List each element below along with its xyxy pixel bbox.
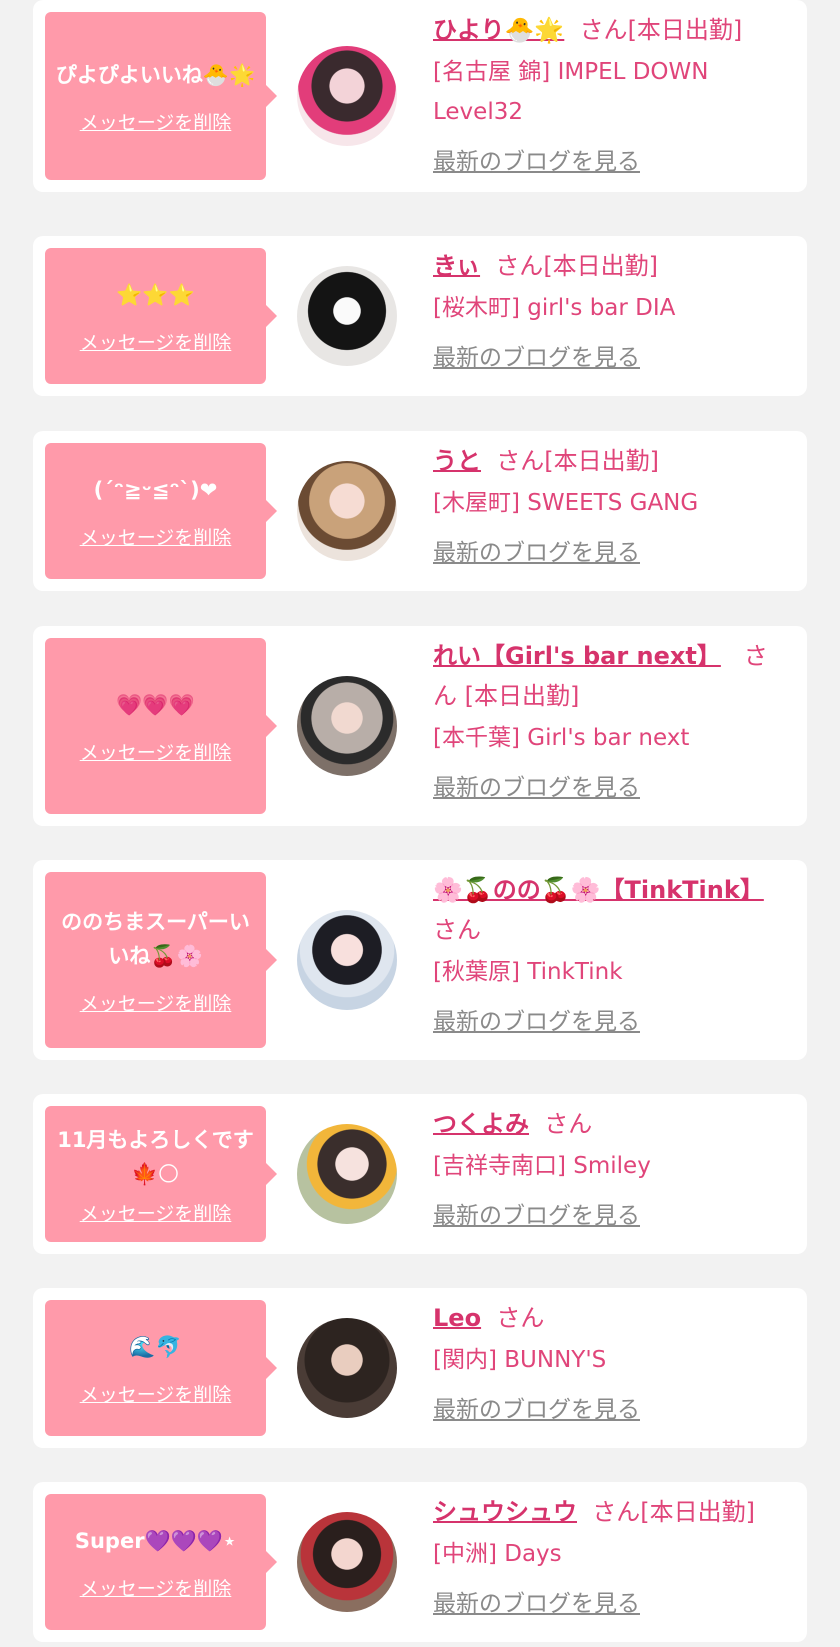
list-item: ⭐️⭐️⭐️ メッセージを削除 きぃ さん[本日出勤] [桜木町] girl's… [33,236,807,396]
shop-name: [木屋町] SWEETS GANG [433,490,699,516]
delete-message-link[interactable]: メッセージを削除 [80,738,232,765]
message-text: Super💜💜💜⋆ [74,1528,237,1553]
latest-blog-link[interactable]: 最新のブログを見る [433,768,640,802]
cast-name-link[interactable]: Leo [433,1304,481,1332]
avatar[interactable] [297,676,397,776]
avatar[interactable] [297,1318,397,1418]
name-line: うと さん[本日出勤] [433,441,789,481]
honorific: さん [433,916,481,944]
latest-blog-link[interactable]: 最新のブログを見る [433,1002,640,1036]
name-line: シュウシュウ さん[本日出勤] [433,1492,789,1532]
shop-name: [本千葉] Girl's bar next [433,725,690,751]
name-line: きぃ さん[本日出勤] [433,246,789,286]
honorific: さん [496,1304,545,1332]
honorific: さん [592,1498,641,1526]
delete-message-link[interactable]: メッセージを削除 [80,989,232,1016]
avatar[interactable] [297,1512,397,1612]
cast-name-link[interactable]: 🌸🍒のの🍒🌸【TinkTink】 [433,876,764,904]
today-badge: [本日出勤] [640,1498,755,1526]
cast-info: シュウシュウ さん[本日出勤] [中洲] Days 最新のブログを見る [433,1492,789,1618]
latest-blog-link[interactable]: 最新のブログを見る [433,1584,640,1618]
message-text: ⭐️⭐️⭐️ [116,282,195,307]
shop-name: [関内] BUNNY'S [433,1347,607,1373]
today-badge: [本日出勤] [544,447,659,475]
list-item: ののちまスーパーいいね🍒🌸 メッセージを削除 🌸🍒のの🍒🌸【TinkTink】 … [33,860,807,1060]
delete-message-link[interactable]: メッセージを削除 [80,1199,232,1226]
latest-blog-link[interactable]: 最新のブログを見る [433,1390,640,1424]
message-bubble: 💗💗💗 メッセージを削除 [45,638,277,814]
list-item: (´ᵔ≧ᵕ≦ᵔ`)❤ メッセージを削除 うと さん[本日出勤] [木屋町] SW… [33,431,807,591]
message-bubble: ⭐️⭐️⭐️ メッセージを削除 [45,248,277,384]
avatar[interactable] [297,1124,397,1224]
shop-name: [吉祥寺南口] Smiley [433,1153,651,1179]
message-text: 💗💗💗 [116,692,195,717]
latest-blog-link[interactable]: 最新のブログを見る [433,1196,640,1230]
shop-name: [秋葉原] TinkTink [433,959,623,985]
delete-message-link[interactable]: メッセージを削除 [80,1574,232,1601]
message-bubble: (´ᵔ≧ᵕ≦ᵔ`)❤ メッセージを削除 [45,443,277,579]
message-bubble: Super💜💜💜⋆ メッセージを削除 [45,1494,277,1630]
list-item: ぴよぴよいいね🐣🌟 メッセージを削除 ひより🐣🌟 さん[本日出勤] [名古屋 錦… [33,0,807,192]
message-text: (´ᵔ≧ᵕ≦ᵔ`)❤ [93,477,218,502]
honorific: さん [579,16,628,44]
message-text: 🌊🐬 [129,1334,182,1359]
cast-info: きぃ さん[本日出勤] [桜木町] girl's bar DIA 最新のブログを… [433,246,789,372]
shop-name: [中洲] Days [433,1541,562,1567]
cast-name-link[interactable]: れい【Girl's bar next】 [433,642,721,670]
cast-info: れい【Girl's bar next】 さん [本日出勤] [本千葉] Girl… [433,636,789,802]
honorific: さん [544,1110,593,1138]
cast-name-link[interactable]: シュウシュウ [433,1498,577,1526]
list-item: 💗💗💗 メッセージを削除 れい【Girl's bar next】 さん [本日出… [33,626,807,826]
name-line: れい【Girl's bar next】 さん [本日出勤] [433,636,789,716]
list-item: 🌊🐬 メッセージを削除 Leo さん [関内] BUNNY'S 最新のブログを見… [33,1288,807,1448]
today-badge: [本日出勤] [464,682,580,710]
name-line: Leo さん [433,1298,789,1338]
cast-info: うと さん[本日出勤] [木屋町] SWEETS GANG 最新のブログを見る [433,441,789,567]
shop-name: [名古屋 錦] IMPEL DOWN Level32 [433,59,709,125]
name-line: 🌸🍒のの🍒🌸【TinkTink】 さん [433,870,789,950]
latest-blog-link[interactable]: 最新のブログを見る [433,533,640,567]
cast-info: つくよみ さん [吉祥寺南口] Smiley 最新のブログを見る [433,1104,789,1230]
latest-blog-link[interactable]: 最新のブログを見る [433,142,640,176]
cast-info: Leo さん [関内] BUNNY'S 最新のブログを見る [433,1298,789,1424]
delete-message-link[interactable]: メッセージを削除 [80,108,232,135]
name-line: ひより🐣🌟 さん[本日出勤] [433,10,789,50]
message-bubble: ののちまスーパーいいね🍒🌸 メッセージを削除 [45,872,277,1048]
cast-info: ひより🐣🌟 さん[本日出勤] [名古屋 錦] IMPEL DOWN Level3… [433,10,789,176]
message-text: ぴよぴよいいね🐣🌟 [55,62,256,87]
name-line: つくよみ さん [433,1104,789,1144]
honorific: さん [496,447,545,475]
latest-blog-link[interactable]: 最新のブログを見る [433,338,640,372]
message-bubble: 11月もよろしくです🍁🌕 メッセージを削除 [45,1106,277,1242]
today-badge: [本日出勤] [627,16,743,44]
avatar[interactable] [297,910,397,1010]
message-text: ののちまスーパーいいね🍒🌸 [61,909,250,968]
avatar[interactable] [297,266,397,366]
delete-message-link[interactable]: メッセージを削除 [80,328,232,355]
message-list: ぴよぴよいいね🐣🌟 メッセージを削除 ひより🐣🌟 さん[本日出勤] [名古屋 錦… [0,0,840,1647]
delete-message-link[interactable]: メッセージを削除 [80,523,232,550]
message-bubble: ぴよぴよいいね🐣🌟 メッセージを削除 [45,12,277,180]
shop-name: [桜木町] girl's bar DIA [433,295,676,321]
delete-message-link[interactable]: メッセージを削除 [80,1380,232,1407]
avatar[interactable] [297,46,397,146]
message-text: 11月もよろしくです🍁🌕 [57,1127,254,1186]
honorific: さん [495,252,544,280]
today-badge: [本日出勤] [543,252,659,280]
list-item: Super💜💜💜⋆ メッセージを削除 シュウシュウ さん[本日出勤] [中洲] … [33,1482,807,1642]
cast-name-link[interactable]: つくよみ [433,1110,529,1138]
cast-name-link[interactable]: ひより🐣🌟 [433,16,564,44]
cast-name-link[interactable]: きぃ [433,252,480,280]
avatar[interactable] [297,461,397,561]
cast-name-link[interactable]: うと [433,447,481,475]
list-item: 11月もよろしくです🍁🌕 メッセージを削除 つくよみ さん [吉祥寺南口] Sm… [33,1094,807,1254]
cast-info: 🌸🍒のの🍒🌸【TinkTink】 さん [秋葉原] TinkTink 最新のブロ… [433,870,789,1036]
message-bubble: 🌊🐬 メッセージを削除 [45,1300,277,1436]
